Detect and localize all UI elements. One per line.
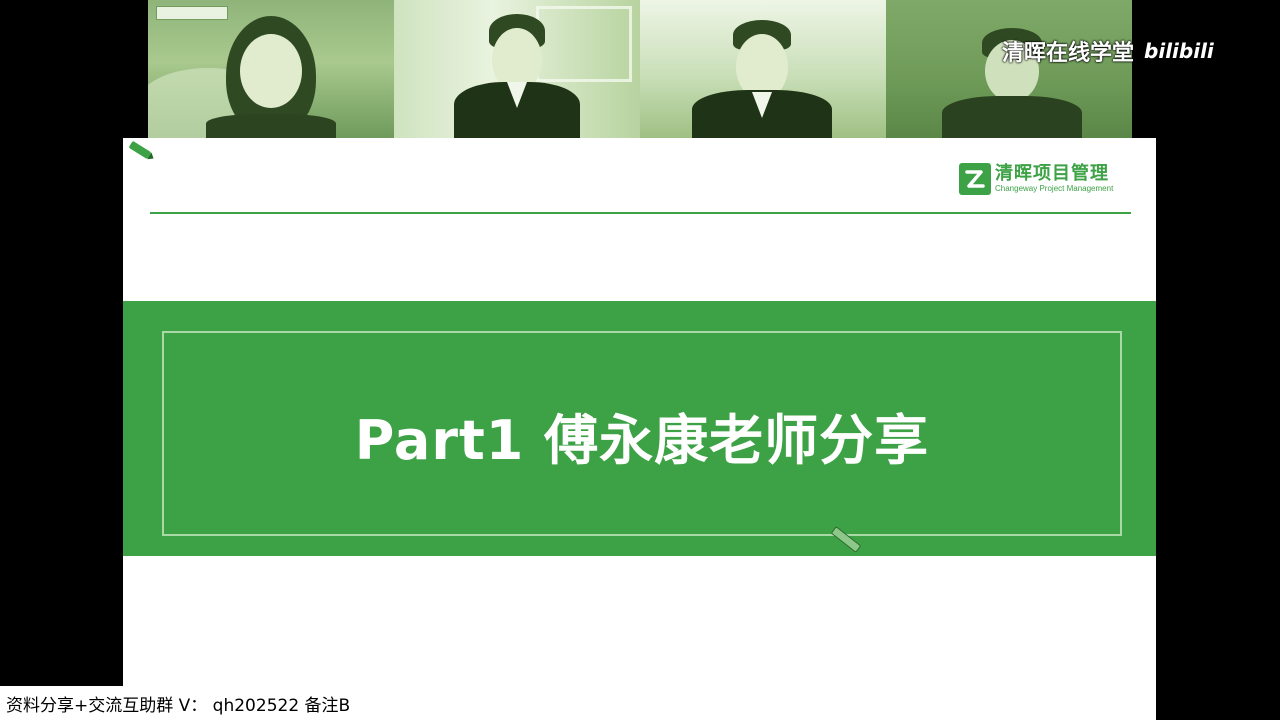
pencil-icon[interactable] xyxy=(128,140,152,160)
title-band: Part1 傅永康老师分享 xyxy=(123,301,1156,556)
brand-name-cn: 清晖项目管理 xyxy=(995,163,1109,184)
bilibili-logo: bilibili xyxy=(1144,39,1214,63)
video-tile-participant-4[interactable] xyxy=(886,0,1132,138)
presentation-slide: 清晖项目管理 Changeway Project Management Part… xyxy=(123,138,1156,720)
participant-video-3 xyxy=(692,0,832,138)
brand-name-en: Changeway Project Management xyxy=(995,184,1114,193)
slide-title: Part1 傅永康老师分享 xyxy=(354,409,930,472)
participant-video-4 xyxy=(942,0,1082,138)
video-participants-strip xyxy=(148,0,1132,138)
title-frame: Part1 傅永康老师分享 xyxy=(162,331,1122,536)
participant-video-2 xyxy=(454,0,580,138)
watermark-channel-name: 清晖在线学堂 xyxy=(1002,41,1135,66)
caption-banner: 资料分享+交流互助群 V： qh202522 备注B xyxy=(0,686,404,720)
header-divider xyxy=(150,212,1131,214)
participant-video-1 xyxy=(206,0,336,138)
video-tile-participant-3[interactable] xyxy=(640,0,886,138)
video-tile-participant-1[interactable] xyxy=(148,0,394,138)
brand-logo: 清晖项目管理 Changeway Project Management xyxy=(959,162,1113,196)
tile-badge xyxy=(156,6,228,20)
channel-watermark: 清晖在线学堂 bilibili xyxy=(1002,34,1214,68)
video-tile-participant-2[interactable] xyxy=(394,0,640,138)
brand-logo-icon xyxy=(959,163,991,195)
